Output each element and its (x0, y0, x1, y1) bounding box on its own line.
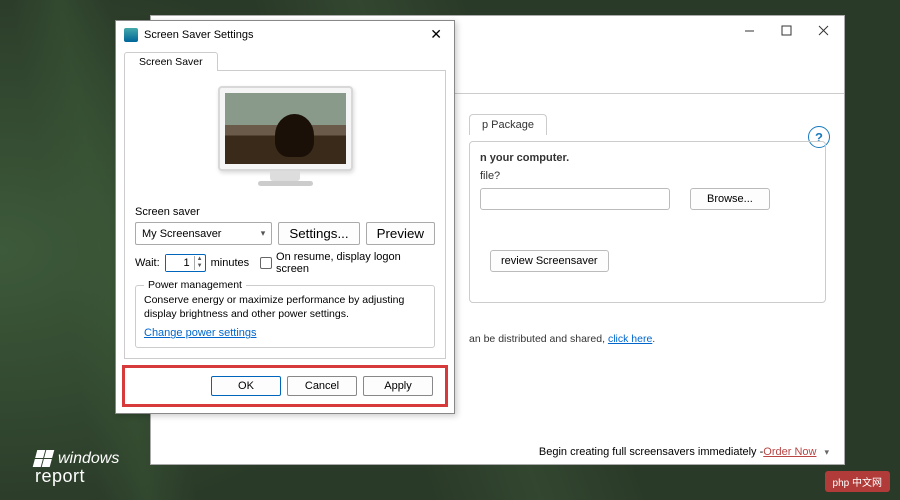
panel-line2: file? (480, 170, 500, 182)
minimize-button[interactable] (733, 19, 765, 41)
wait-label: Wait: (135, 257, 160, 269)
preview-monitor (218, 86, 353, 191)
file-path-input[interactable] (480, 188, 670, 210)
maximize-button[interactable] (770, 19, 802, 41)
php-watermark: php 中文网 (825, 471, 890, 492)
preview-button[interactable]: Preview (366, 222, 435, 245)
wait-stepper[interactable]: ▲▼ (165, 254, 206, 272)
ok-button[interactable]: OK (211, 376, 281, 396)
cancel-button[interactable]: Cancel (287, 376, 357, 396)
power-management-legend: Power management (144, 279, 246, 291)
dialog-body: Screen saver My Screensaver ▾ Settings..… (124, 70, 446, 359)
change-power-settings-link[interactable]: Change power settings (144, 327, 257, 339)
dialog-title: Screen Saver Settings (144, 29, 426, 41)
chevron-down-icon: ▾ (261, 228, 266, 239)
dialog-footer-highlight: OK Cancel Apply (122, 365, 448, 407)
resume-checkbox[interactable]: On resume, display logon screen (260, 251, 435, 275)
dialog-icon (124, 28, 138, 42)
tab-screen-saver[interactable]: Screen Saver (124, 52, 218, 71)
screensaver-select-value: My Screensaver (142, 228, 221, 240)
settings-button[interactable]: Settings... (278, 222, 359, 245)
browse-button[interactable]: Browse... (690, 188, 770, 210)
resume-label: On resume, display logon screen (276, 251, 435, 275)
stepper-arrows-icon[interactable]: ▲▼ (194, 256, 205, 270)
order-now-link[interactable]: Order Now (763, 446, 816, 458)
app-footer: Begin creating full screensavers immedia… (151, 440, 844, 464)
dialog-tabs: Screen Saver (116, 48, 454, 71)
screen-saver-group-label: Screen saver (135, 206, 435, 218)
checkbox-icon (260, 257, 272, 269)
close-icon[interactable]: ✕ (426, 26, 446, 43)
share-text: an be distributed and shared, click here… (469, 333, 826, 345)
click-here-link[interactable]: click here (608, 333, 652, 345)
screen-saver-dialog: Screen Saver Settings ✕ Screen Saver Scr… (115, 20, 455, 414)
dialog-titlebar: Screen Saver Settings ✕ (116, 21, 454, 48)
wait-unit: minutes (211, 257, 250, 269)
preview-screensaver-button[interactable]: review Screensaver (490, 250, 609, 272)
screensaver-select[interactable]: My Screensaver ▾ (135, 222, 272, 245)
content-panel: n your computer. file? Browse... review … (469, 141, 826, 303)
apply-button[interactable]: Apply (363, 376, 433, 396)
panel-line1: n your computer. (480, 152, 815, 164)
footer-caret-icon: ▾ (824, 447, 829, 458)
power-management-desc: Conserve energy or maximize performance … (144, 294, 426, 321)
power-management-group: Power management Conserve energy or maxi… (135, 285, 435, 348)
tab-package[interactable]: p Package (469, 114, 547, 135)
wait-value[interactable] (166, 255, 194, 271)
windows-report-logo: windows report (35, 450, 119, 485)
close-button[interactable] (807, 19, 839, 41)
footer-text: Begin creating full screensavers immedia… (539, 446, 763, 458)
